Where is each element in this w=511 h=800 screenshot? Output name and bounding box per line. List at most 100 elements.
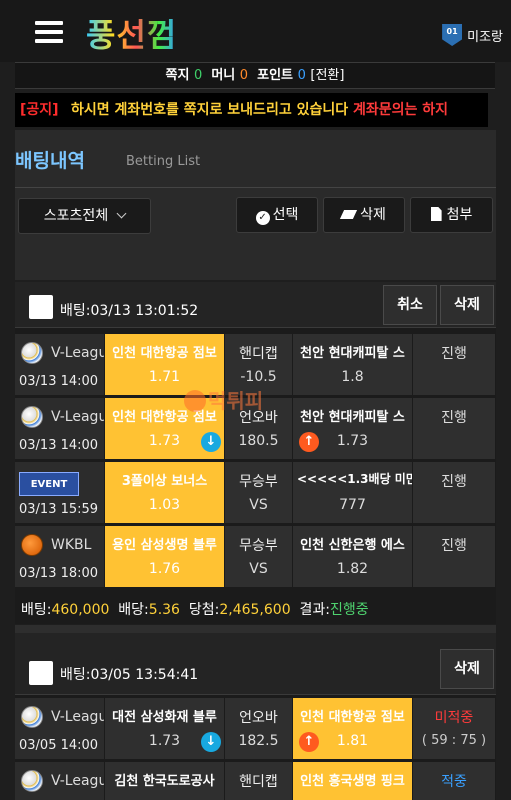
document-icon — [430, 207, 442, 221]
volleyball-icon — [21, 770, 43, 792]
bet-checkbox[interactable] — [29, 661, 53, 685]
away-team-cell[interactable]: 인천 흥국생명 핑크 — [293, 762, 413, 800]
notice-ticker: 하시면 계좌번호를 쪽지로 보내드리고 있습니다 계좌문의는 하지 [공지] — [15, 93, 488, 127]
status-text: 진행 — [441, 474, 467, 490]
bet-slip-2: 배팅:03/05 13:54:41 삭제 V-League 03/05 14:0… — [15, 633, 496, 800]
bet-type: 핸디캡 — [239, 346, 278, 362]
money-label: 머니 — [211, 68, 236, 83]
page-subtitle: Betting List — [126, 154, 201, 169]
league-cell: V-League 03/05 14:00 — [15, 698, 105, 760]
volleyball-icon — [21, 406, 43, 428]
home-team-cell[interactable]: 용인 삼성생명 블루 1.76 — [105, 526, 225, 588]
away-team-name: 인천 흥국생명 핑크 — [300, 774, 405, 789]
league-cell: WKBL 03/13 18:00 — [15, 526, 105, 588]
odds-label: 배당: — [118, 602, 149, 618]
home-team-cell[interactable]: 김천 한국도로공사 — [105, 762, 225, 800]
site-logo[interactable]: 풍선껌 — [86, 10, 177, 56]
slip-separator — [15, 625, 496, 633]
user-info[interactable]: 01 미조랑 — [442, 24, 503, 46]
match-time: 03/13 14:00 — [19, 438, 99, 453]
messages-label[interactable]: 쪽지 — [166, 68, 190, 83]
notice-message-wrap: 하시면 계좌번호를 쪽지로 보내드리고 있습니다 계좌문의는 하지 — [71, 93, 448, 127]
win-value: 2,465,600 — [219, 602, 291, 618]
bet-summary: 배팅:460,000 배당:5.36 당첨:2,465,600 결과:진행중 — [15, 592, 496, 628]
messages-count: 0 — [194, 68, 203, 83]
bet-time: 배팅:03/13 13:01:52 — [60, 303, 199, 319]
league-cell: EVENT 03/13 15:59 — [15, 462, 105, 524]
delete-button[interactable]: 삭제 — [323, 197, 405, 233]
home-team-cell[interactable]: 3폴이상 보너스 1.03 — [105, 462, 225, 524]
status-cell: 진행 — [413, 398, 496, 460]
watermark-text: 먹튀피 — [208, 389, 264, 413]
attach-button[interactable]: 첨부 — [410, 197, 493, 233]
final-score: ( 59 : 75 ) — [421, 733, 487, 748]
account-info-bar: 쪽지 0 머니 0 포인트 0 [전환] — [15, 62, 495, 89]
sport-filter-value: 스포츠전체 — [43, 208, 109, 224]
bet-header: 배팅:03/13 13:01:52 취소 삭제 — [15, 282, 496, 328]
money-value: 0 — [239, 68, 249, 83]
away-team-cell[interactable]: <<<<<1.3배당 미만 777 — [293, 462, 413, 524]
notice-message-2: 계좌문의는 하지 — [352, 102, 449, 118]
status-text: 미적중 — [434, 710, 474, 726]
away-team-cell[interactable]: 인천 신한은행 에스 1.82 — [293, 526, 413, 588]
delete-bet-button[interactable]: 삭제 — [440, 649, 494, 689]
eraser-icon — [340, 210, 358, 219]
away-team-cell[interactable]: 인천 대한항공 점보 ↑ 1.81 — [293, 698, 413, 760]
status-cell: 적중 — [413, 762, 496, 800]
league-cell: V-League 03/13 14:00 — [15, 398, 105, 460]
watermark-logo-icon — [184, 390, 206, 412]
win-label: 당첨: — [188, 602, 220, 618]
check-circle-icon: ✓ — [255, 211, 270, 225]
bet-type-cell: 무승부 VS — [225, 462, 293, 524]
stake-label: 배팅: — [21, 602, 52, 618]
bet-type-value: VS — [249, 497, 268, 513]
bet-checkbox[interactable] — [29, 295, 53, 319]
league-cell: V-League 03/13 14:00 — [15, 334, 105, 396]
status-text: 적중 — [441, 774, 467, 790]
bet-type-value: 182.5 — [238, 733, 279, 749]
league-cell: V-League — [15, 762, 105, 800]
away-odds: 1.8 — [341, 369, 364, 385]
notice-message: 하시면 계좌번호를 쪽지로 보내드리고 있습니다 — [71, 102, 349, 118]
basketball-icon — [21, 534, 43, 556]
bet-type-cell: 핸디캡 — [225, 762, 293, 800]
cancel-bet-button[interactable]: 취소 — [383, 285, 437, 325]
away-team-name: 인천 대한항공 점보 — [300, 710, 405, 725]
bet-type-value: 180.5 — [238, 433, 279, 449]
delete-bet-button[interactable]: 삭제 — [440, 285, 494, 325]
status-cell: 진행 — [413, 526, 496, 588]
bet-type: 무승부 — [239, 474, 278, 490]
home-odds: 1.76 — [148, 561, 181, 577]
app-root: 풍선껌 01 미조랑 쪽지 0 머니 0 포인트 0 [전환] 하시면 계좌번호… — [0, 0, 511, 800]
match-time: 03/13 15:59 — [19, 502, 99, 517]
bet-type-value: -10.5 — [240, 369, 277, 385]
away-team-cell[interactable]: 천안 현대캐피탈 스 ↑ 1.73 — [293, 398, 413, 460]
panel-divider — [15, 187, 496, 188]
status-text: 진행 — [441, 538, 467, 554]
bet-type-value: VS — [249, 561, 268, 577]
home-team-cell[interactable]: 대전 삼성화재 블루 1.73 ↓ — [105, 698, 225, 760]
level-badge-icon: 01 — [442, 24, 463, 46]
away-odds: 777 — [339, 497, 366, 513]
away-odds: 1.82 — [336, 561, 369, 577]
home-odds: 1.03 — [148, 497, 181, 513]
stake-value: 460,000 — [51, 602, 110, 618]
away-team-name: 천안 현대캐피탈 스 — [300, 346, 405, 361]
points-value: 0 — [297, 68, 306, 83]
away-team-name: <<<<<1.3배당 미만 — [297, 472, 412, 486]
bet-header: 배팅:03/05 13:54:41 삭제 — [15, 633, 496, 695]
bet-type-cell: 언오바 182.5 — [225, 698, 293, 760]
league-name: V-League — [51, 345, 104, 361]
delete-button-label: 삭제 — [360, 207, 386, 223]
convert-points-link[interactable]: [전환] — [310, 68, 344, 83]
status-cell: 미적중 ( 59 : 75 ) — [413, 698, 496, 760]
result-value: 진행중 — [330, 602, 369, 618]
select-button[interactable]: ✓ 선택 — [236, 197, 318, 233]
hamburger-menu-icon[interactable] — [35, 21, 63, 43]
away-odds: 1.81 — [336, 733, 369, 749]
username: 미조랑 — [467, 29, 503, 45]
away-team-cell[interactable]: 천안 현대캐피탈 스 1.8 — [293, 334, 413, 396]
arrow-down-icon: ↓ — [201, 432, 221, 452]
sport-filter-select[interactable]: 스포츠전체 — [18, 198, 151, 234]
home-odds: 1.71 — [148, 369, 181, 385]
